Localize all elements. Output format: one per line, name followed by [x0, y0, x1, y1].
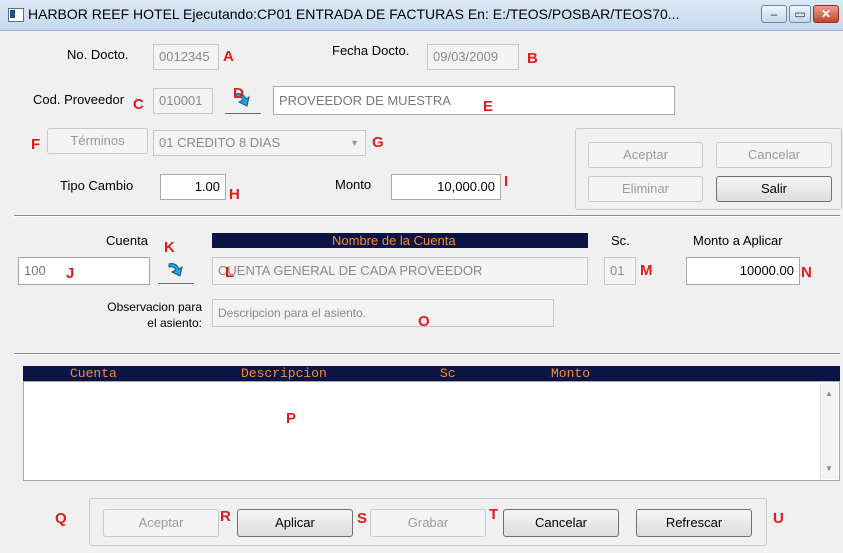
doc-number-label: No. Docto. [67, 47, 129, 62]
marker-u: U [773, 510, 784, 527]
minimize-button[interactable]: – [761, 5, 787, 23]
terms-button[interactable]: Términos [47, 128, 148, 154]
section-divider-2 [14, 353, 840, 355]
account-label: Cuenta [106, 233, 148, 248]
account-name-header: Nombre de la Cuenta [212, 233, 588, 248]
marker-t: T [489, 506, 499, 523]
observation-field[interactable]: Descripcion para el asiento. [212, 299, 554, 327]
marker-r: R [220, 508, 231, 525]
terms-select-value: 01 CREDITO 8 DIAS [159, 135, 281, 150]
marker-j: J [66, 265, 75, 282]
amount-label: Monto [335, 177, 372, 192]
exchange-rate-field[interactable]: 1.00 [160, 174, 226, 200]
sc-field[interactable]: 01 [604, 257, 636, 285]
doc-number-field[interactable]: 0012345 [153, 44, 219, 70]
exit-button[interactable]: Salir [716, 176, 832, 202]
section-divider [14, 215, 840, 217]
refresh-button[interactable]: Refrescar [636, 509, 752, 537]
terms-select[interactable]: 01 CREDITO 8 DIAS ▼ [153, 130, 366, 156]
account-field[interactable]: 100 [18, 257, 150, 285]
account-name-header-label: Nombre de la Cuenta [332, 233, 456, 248]
marker-m: M [640, 262, 653, 279]
marker-c: C [133, 96, 144, 113]
marker-e: E [483, 98, 494, 115]
marker-s: S [357, 510, 368, 527]
title-bar: HARBOR REEF HOTEL Ejecutando:CP01 ENTRAD… [0, 0, 843, 31]
marker-i: I [504, 173, 509, 190]
marker-n: N [801, 264, 812, 281]
close-button[interactable]: ✕ [813, 5, 839, 23]
supplier-code-field[interactable]: 010001 [153, 88, 213, 114]
doc-date-label: Fecha Docto. [332, 43, 410, 58]
window-title: HARBOR REEF HOTEL Ejecutando:CP01 ENTRAD… [28, 6, 680, 22]
exchange-rate-label: Tipo Cambio [60, 178, 134, 193]
cancel-button[interactable]: Cancelar [503, 509, 619, 537]
marker-l: L [225, 264, 235, 281]
supplier-code-label: Cod. Proveedor [33, 92, 125, 107]
grid-scrollbar[interactable]: ▲ ▼ [820, 383, 838, 479]
grid-col-amount[interactable]: Monto [551, 366, 590, 381]
marker-q: Q [55, 510, 67, 527]
marker-g: G [372, 134, 384, 151]
observation-label-1: Observacion para [107, 300, 202, 314]
marker-o: O [418, 313, 430, 330]
doc-date-field[interactable]: 09/03/2009 [427, 44, 519, 70]
scroll-down-icon[interactable]: ▼ [825, 464, 833, 473]
save-button[interactable]: Grabar [370, 509, 486, 537]
window-app-icon [8, 8, 24, 22]
observation-label-2: el asiento: [147, 316, 202, 330]
supplier-name-field[interactable]: PROVEEDOR DE MUESTRA [273, 86, 675, 115]
footer-accept-button[interactable]: Aceptar [103, 509, 219, 537]
marker-h: H [229, 186, 240, 203]
apply-amount-field[interactable]: 10000.00 [686, 257, 800, 285]
arrow-down-lookup-icon [168, 263, 183, 277]
grid-header: Cuenta Descripcion Sc Monto [23, 366, 840, 381]
amount-field[interactable]: 10,000.00 [391, 174, 501, 200]
account-name-field[interactable]: CUENTA GENERAL DE CADA PROVEEDOR [212, 257, 588, 285]
grid-col-sc[interactable]: Sc [440, 366, 456, 381]
entries-grid[interactable]: ▲ ▼ [23, 381, 840, 481]
header-cancel-button[interactable]: Cancelar [716, 142, 832, 168]
marker-k: K [164, 239, 175, 256]
header-accept-button[interactable]: Aceptar [588, 142, 703, 168]
delete-button[interactable]: Eliminar [588, 176, 703, 202]
maximize-button[interactable]: ▭ [789, 5, 811, 23]
grid-col-description[interactable]: Descripcion [241, 366, 327, 381]
account-lookup-button[interactable] [158, 258, 194, 284]
sc-label: Sc. [611, 233, 630, 248]
marker-p: P [286, 410, 297, 427]
marker-a: A [223, 48, 234, 65]
marker-b: B [527, 50, 538, 67]
apply-amount-label: Monto a Aplicar [693, 233, 783, 248]
chevron-down-icon: ▼ [350, 138, 359, 148]
marker-f: F [31, 136, 41, 153]
apply-button[interactable]: Aplicar [237, 509, 353, 537]
grid-col-account[interactable]: Cuenta [70, 366, 117, 381]
scroll-up-icon[interactable]: ▲ [825, 389, 833, 398]
marker-d: D [233, 85, 244, 102]
